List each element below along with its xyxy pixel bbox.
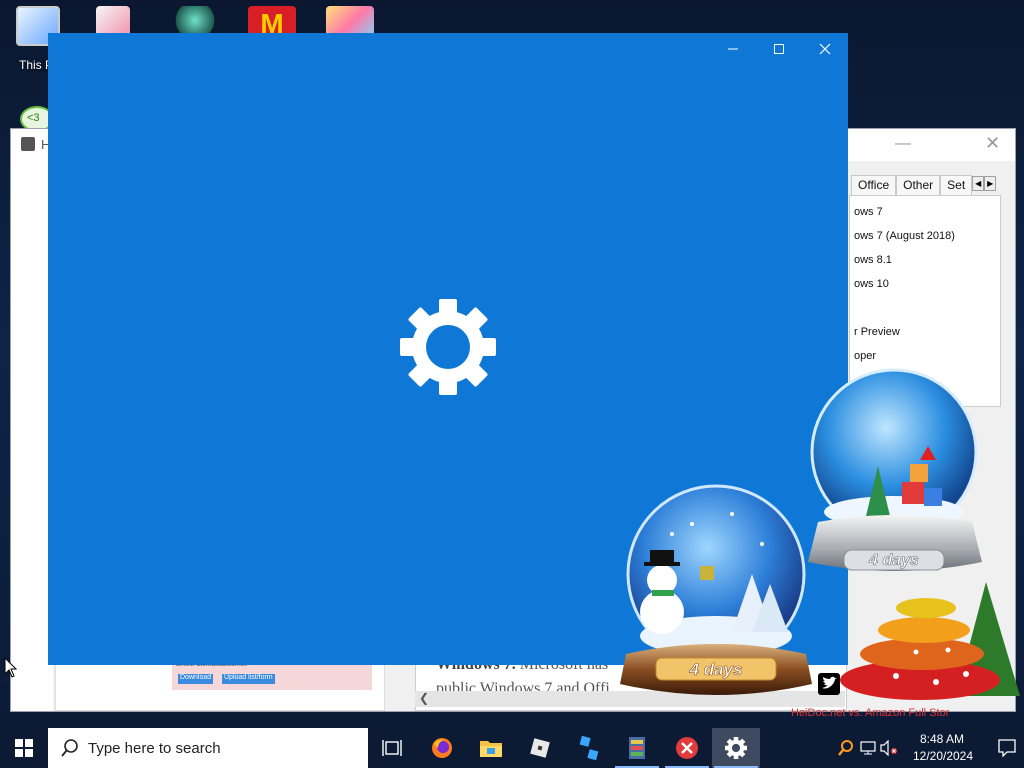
roblox-studio-button[interactable] [565,728,613,768]
settings-taskbar-button[interactable] [712,728,760,768]
globe-countdown-label: 4 days [689,660,743,679]
roblox-studio-icon [579,736,599,760]
snow-globe-widget[interactable]: 4 days [612,484,822,704]
tab-settings[interactable]: Set [940,175,973,195]
minimize-button[interactable]: — [895,135,911,153]
close-app-icon [676,737,698,759]
list-item[interactable]: ows 10 [854,278,889,290]
snow-globe-widget[interactable]: 4 days [796,366,996,586]
file-explorer-button[interactable] [467,728,515,768]
task-view-icon [382,740,402,756]
list-item[interactable]: ows 8.1 [854,254,892,266]
search-placeholder: Type here to search [88,739,221,757]
minimize-icon [728,48,738,50]
start-button[interactable] [0,728,48,768]
app-icon [21,137,35,151]
twitter-icon[interactable] [818,673,840,695]
tab-scroll-left-icon[interactable]: ◀ [972,176,985,191]
search-icon [61,739,78,757]
task-view-button[interactable] [368,728,416,768]
footer-link-amazon[interactable]: Amazon Full Stor [865,707,949,719]
firefox-button[interactable] [418,728,466,768]
list-item[interactable]: ows 7 (August 2018) [854,230,955,242]
gear-icon [400,299,496,395]
mouse-pointer-icon [4,656,18,684]
tab-scroll-right-icon[interactable]: ▶ [984,176,997,191]
roblox-icon [530,738,550,758]
volume-muted-icon[interactable] [880,740,898,756]
list-item[interactable]: r Preview [854,326,900,338]
tab-strip: Office Other Set ◀ ▶ [851,175,1011,195]
minimize-button[interactable] [710,33,756,65]
list-item[interactable]: ows 7 [854,206,883,218]
close-button[interactable] [802,33,848,65]
christmas-tree-decoration [836,576,1020,704]
tab-office[interactable]: Office [851,175,897,195]
close-button[interactable]: ✕ [985,133,1000,154]
firefox-icon [432,738,452,758]
tab-other[interactable]: Other [896,175,941,195]
search-input[interactable]: Type here to search [48,728,368,768]
settings-icon [725,737,747,759]
file-explorer-icon [480,741,502,757]
notifications-icon[interactable] [998,739,1016,757]
network-icon[interactable] [860,741,876,755]
heart-app-label: <3 [27,112,40,124]
system-tray: 8:48 AM 12/20/2024 [834,728,1024,768]
maximize-icon [774,44,784,54]
windows-logo-icon [15,739,33,757]
clock-date[interactable]: 12/20/2024 [908,749,978,763]
clock-time[interactable]: 8:48 AM [912,732,972,746]
taskbar: Type here to search 8:48 AM 12/20/2024 [0,728,1024,768]
search-tray-icon[interactable] [838,740,854,756]
close-icon [819,43,831,55]
close-app-button[interactable] [663,728,711,768]
scroll-left-icon[interactable]: ❮ [419,691,429,705]
ad-upload-button[interactable]: Upload list/form [222,674,275,684]
footer-separator: vs. [845,707,865,719]
ad-download-button[interactable]: Download [178,674,214,684]
roblox-button[interactable] [516,728,564,768]
archive-app-button[interactable] [613,728,661,768]
footer-links: HeiDoc.net vs. Amazon Full Stor [791,707,949,719]
footer-link-heidoc[interactable]: HeiDoc.net [791,707,845,719]
archive-app-icon [629,737,645,759]
globe-countdown-label: 4 days [868,552,919,569]
maximize-button[interactable] [756,33,802,65]
left-pane [11,161,53,711]
list-item[interactable]: oper [854,350,876,362]
